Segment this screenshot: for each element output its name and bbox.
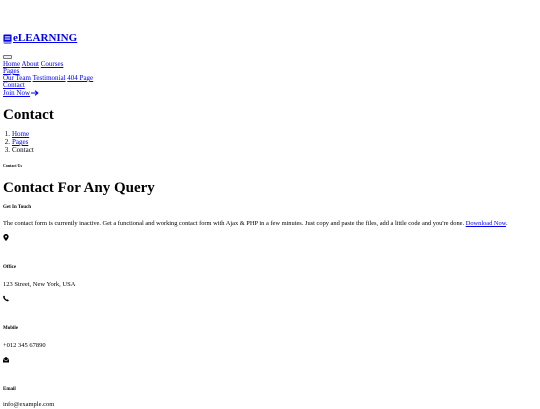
- nav-404-link[interactable]: 404 Page: [67, 74, 93, 82]
- office-address: 123 Street, New York, USA: [3, 281, 76, 288]
- join-now-label: Join Now: [3, 89, 31, 97]
- description-text: The contact form is currently inactive. …: [3, 220, 465, 227]
- breadcrumb-pages-link[interactable]: Pages: [12, 138, 28, 146]
- breadcrumb-number: 3.: [4, 146, 10, 154]
- book-icon: [3, 34, 12, 44]
- contact-description: The contact form is currently inactive. …: [3, 220, 508, 228]
- download-now-link[interactable]: Download Now: [466, 220, 506, 227]
- section-eyebrow: Contact Us: [3, 163, 22, 168]
- nav-testimonial-link[interactable]: Testimonial: [33, 74, 66, 82]
- email-label: Email: [3, 387, 16, 392]
- nav-contact-link[interactable]: Contact: [3, 81, 25, 89]
- page-title: Contact: [3, 107, 54, 123]
- mobile-label: Mobile: [3, 326, 18, 331]
- breadcrumb-item-pages: 2. Pages: [3, 138, 34, 146]
- breadcrumb-home-link[interactable]: Home: [12, 130, 29, 138]
- brand-logo-link[interactable]: eLEARNING: [3, 32, 77, 45]
- description-end: .: [505, 220, 508, 227]
- office-label: Office: [3, 265, 17, 270]
- mobile-number: +012 345 67890: [3, 342, 46, 349]
- arrow-right-icon: [31, 90, 39, 96]
- breadcrumb-item-contact: 3. Contact: [3, 146, 34, 154]
- nav-about-link[interactable]: About: [21, 60, 39, 68]
- breadcrumb-item-home: 1. Home: [3, 130, 34, 138]
- join-now-button[interactable]: Join Now: [3, 89, 39, 97]
- breadcrumb: 1. Home 2. Pages 3. Contact: [3, 130, 34, 154]
- map-marker-icon: [3, 234, 9, 241]
- envelope-open-icon: [3, 356, 9, 363]
- breadcrumb-number: 2.: [4, 138, 10, 146]
- breadcrumb-number: 1.: [4, 130, 10, 138]
- page: eLEARNING Home About Courses Pages Our T…: [0, 0, 540, 408]
- nav-courses-link[interactable]: Courses: [41, 60, 64, 68]
- section-title: Contact For Any Query: [3, 180, 155, 196]
- navbar-toggler-button[interactable]: [3, 55, 12, 59]
- phone-icon: [3, 295, 9, 302]
- brand-name: eLEARNING: [13, 32, 78, 44]
- get-in-touch-heading: Get In Touch: [3, 205, 32, 210]
- breadcrumb-current: Contact: [12, 146, 34, 154]
